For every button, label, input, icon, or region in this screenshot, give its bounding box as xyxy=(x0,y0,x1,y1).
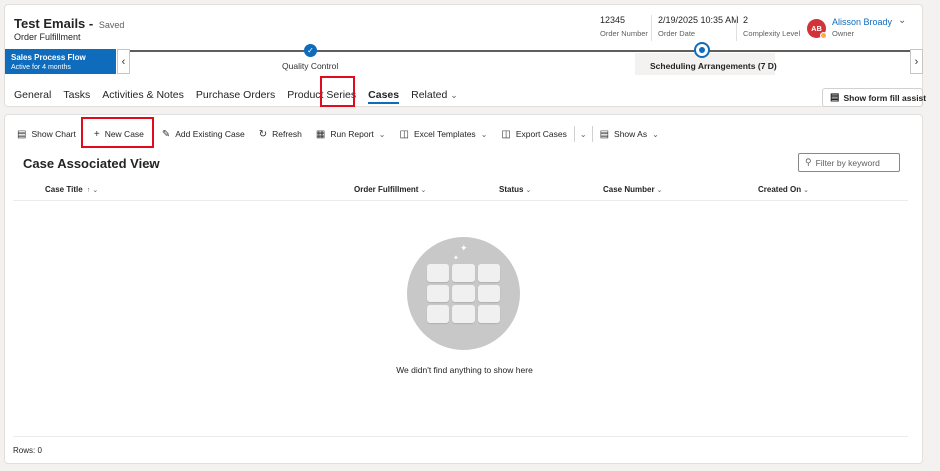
stage-active-dot-icon[interactable] xyxy=(694,42,710,58)
export-options-button[interactable]: ⌄ xyxy=(575,122,592,146)
grid-header-rule xyxy=(13,200,908,201)
excel-templates-button[interactable]: ◫ Excel Templates ⌄ xyxy=(393,122,495,146)
header-field-order-number: 12345 Order Number xyxy=(600,15,648,38)
column-header-order-fulfillment[interactable]: Order Fulfillment ⌄ xyxy=(354,185,426,194)
presence-status-icon xyxy=(820,32,827,39)
header-expand-chevron-icon[interactable]: ⌄ xyxy=(898,15,906,26)
add-existing-case-button[interactable]: ✎ Add Existing Case xyxy=(155,122,252,146)
associated-view-panel: ▤ Show Chart + New Case ✎ Add Existing C… xyxy=(4,114,923,464)
column-header-created-on[interactable]: Created On ⌄ xyxy=(758,185,809,194)
new-case-highlight xyxy=(81,117,154,148)
chevron-down-icon: ⌄ xyxy=(525,187,532,194)
stage-scheduling-arrangements[interactable]: Scheduling Arrangements (7 D) xyxy=(650,61,777,71)
chevron-down-icon: ⌄ xyxy=(579,129,587,139)
filter-input[interactable] xyxy=(815,157,892,168)
excel-icon: ◫ xyxy=(399,128,409,140)
chevron-down-icon: ⌄ xyxy=(656,187,663,194)
filter-by-keyword[interactable]: ⚲ xyxy=(798,153,900,172)
process-next-button[interactable]: › xyxy=(910,49,923,74)
tab-related[interactable]: Related ⌄ xyxy=(411,89,458,104)
chevron-left-icon: ‹ xyxy=(121,55,126,68)
chevron-down-icon: ⌄ xyxy=(652,129,659,139)
stage-completed-check-icon[interactable]: ✓ xyxy=(304,44,317,57)
sort-ascending-icon: ↑ xyxy=(86,187,91,194)
process-prev-button[interactable]: ‹ xyxy=(117,49,130,74)
record-entity: Order Fulfillment xyxy=(14,32,81,42)
refresh-icon: ↻ xyxy=(258,128,268,140)
add-existing-icon: ✎ xyxy=(161,128,171,140)
column-header-case-title[interactable]: Case Title ↑ ⌄ xyxy=(45,185,98,194)
report-icon: ▦ xyxy=(315,128,326,140)
tab-general[interactable]: General xyxy=(14,89,51,104)
cases-tab-highlight xyxy=(320,76,355,107)
record-title: Test Emails - Saved xyxy=(14,16,125,31)
show-chart-button[interactable]: ▤ Show Chart xyxy=(5,122,83,146)
form-fill-assist-button[interactable]: ▤ Show form fill assist xyxy=(822,88,926,107)
header-field-complexity: 2 Complexity Level xyxy=(743,15,801,38)
form-tabs: General Tasks Activities & Notes Purchas… xyxy=(14,89,458,104)
sparkle-icon: ✦ xyxy=(460,243,468,253)
header-field-order-date: 2/19/2025 10:35 AM Order Date xyxy=(658,15,739,38)
chevron-down-icon: ⌄ xyxy=(92,187,99,194)
save-status: Saved xyxy=(98,20,125,30)
export-cases-button[interactable]: ◫ Export Cases xyxy=(494,122,573,146)
owner-label: Owner xyxy=(832,29,855,38)
sparkle-icon: ✦ xyxy=(453,255,459,262)
column-header-case-number[interactable]: Case Number ⌄ xyxy=(603,185,662,194)
show-as-button[interactable]: ▤ Show As ⌄ xyxy=(593,122,666,146)
chevron-down-icon: ⌄ xyxy=(378,129,386,139)
tab-cases[interactable]: Cases xyxy=(368,89,400,104)
chart-icon: ▤ xyxy=(17,128,27,140)
grid-footer-rule xyxy=(13,436,908,437)
chevron-down-icon: ⌄ xyxy=(420,187,427,194)
process-track xyxy=(130,50,910,52)
search-icon: ⚲ xyxy=(805,157,812,167)
chevron-down-icon: ⌄ xyxy=(803,187,809,194)
chevron-down-icon: ⌄ xyxy=(480,129,488,139)
owner-name-link[interactable]: Alisson Broady xyxy=(832,17,892,27)
view-selector-title[interactable]: Case Associated View xyxy=(23,156,160,171)
chevron-right-icon: › xyxy=(914,55,919,68)
divider xyxy=(651,15,652,41)
show-as-icon: ▤ xyxy=(599,128,610,140)
tab-tasks[interactable]: Tasks xyxy=(63,89,90,104)
stage-quality-control[interactable]: Quality Control xyxy=(282,61,338,71)
run-report-button[interactable]: ▦ Run Report ⌄ xyxy=(309,122,393,146)
column-header-status[interactable]: Status ⌄ xyxy=(499,185,531,194)
empty-state-message: We didn't find anything to show here xyxy=(396,365,533,375)
divider xyxy=(736,15,737,41)
chevron-down-icon: ⌄ xyxy=(450,90,458,100)
form-assist-icon: ▤ xyxy=(830,92,840,103)
view-selector-chevron-icon[interactable]: ⌄ xyxy=(147,158,156,171)
tab-purchase-orders[interactable]: Purchase Orders xyxy=(196,89,275,104)
tab-activities-notes[interactable]: Activities & Notes xyxy=(102,89,184,104)
refresh-button[interactable]: ↻ Refresh xyxy=(252,122,309,146)
record-header: Test Emails - Saved Order Fulfillment 12… xyxy=(4,4,923,107)
process-flow-badge[interactable]: Sales Process Flow Active for 4 months xyxy=(5,49,116,74)
rows-count: Rows: 0 xyxy=(13,446,42,455)
export-icon: ◫ xyxy=(501,128,511,140)
grid-icon xyxy=(427,264,500,323)
